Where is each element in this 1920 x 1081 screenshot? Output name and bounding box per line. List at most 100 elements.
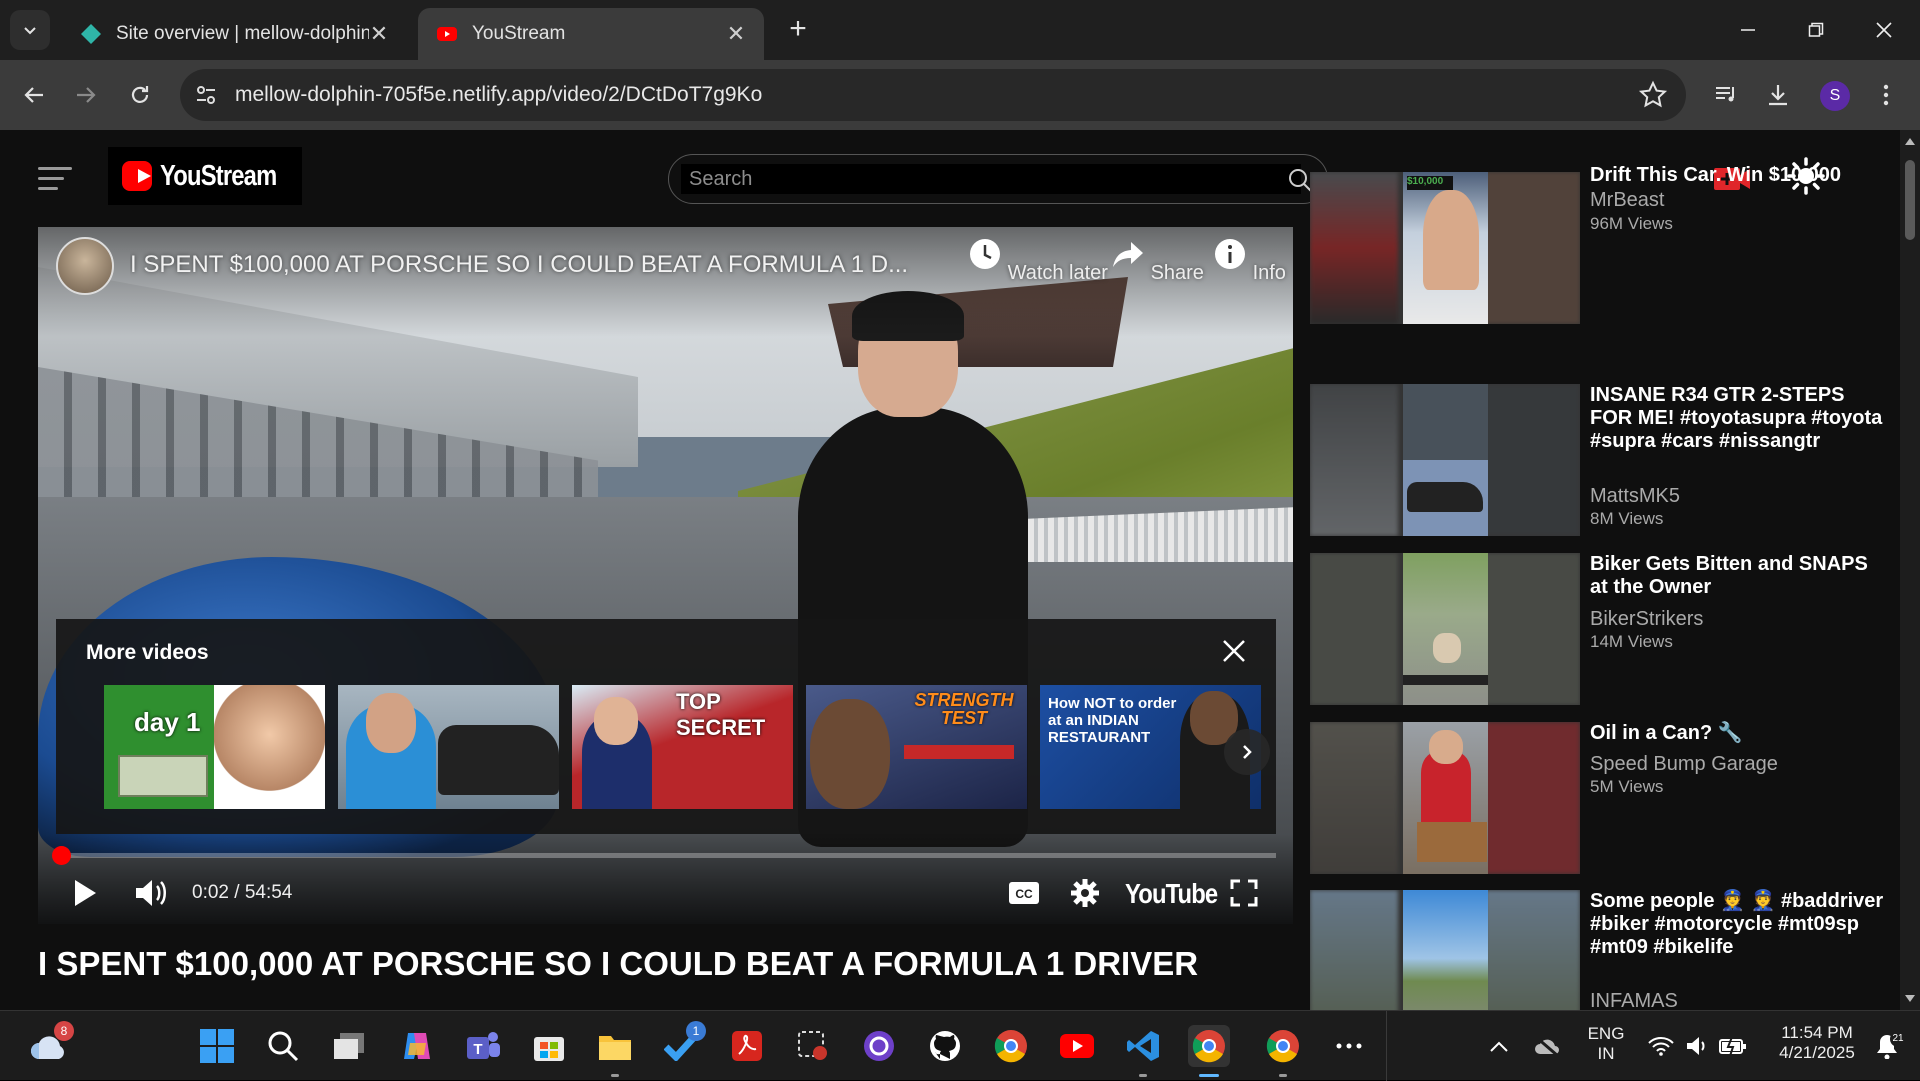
youstream-logo[interactable]: YouStream <box>108 147 302 205</box>
player-video-title[interactable]: I SPENT $100,000 AT PORSCHE SO I COULD B… <box>130 251 1000 279</box>
media-controls-button[interactable] <box>1708 77 1744 113</box>
chrome-profile-app-2[interactable] <box>1262 1025 1304 1077</box>
youtube-app[interactable] <box>1056 1025 1098 1067</box>
close-tab-icon[interactable]: ✕ <box>369 21 389 47</box>
tab-search-button[interactable] <box>10 10 50 50</box>
github-desktop-icon <box>864 1031 894 1061</box>
video-thumbnail[interactable] <box>1310 722 1580 874</box>
watch-later-button[interactable]: Watch later <box>968 237 1108 285</box>
forward-button[interactable] <box>66 75 106 115</box>
video-title[interactable]: Biker Gets Bitten and SNAPS at the Owner <box>1590 553 1890 599</box>
channel-name[interactable]: Speed Bump Garage <box>1590 753 1778 776</box>
close-icon[interactable] <box>1220 637 1248 665</box>
more-video-thumb[interactable] <box>338 685 559 809</box>
github-desktop-app[interactable] <box>858 1025 900 1067</box>
channel-name[interactable]: BikerStrikers <box>1590 608 1703 631</box>
chrome-app[interactable] <box>990 1025 1032 1067</box>
tab-youstream[interactable]: YouStream ✕ <box>418 8 764 60</box>
notification-center-button[interactable]: 21 <box>1866 1025 1908 1067</box>
close-window-button[interactable] <box>1850 0 1918 60</box>
video-title[interactable]: Drift This Car, Win $10,000 <box>1590 164 1890 181</box>
browser-menu-button[interactable] <box>1868 77 1904 113</box>
progress-bar[interactable] <box>51 846 1276 865</box>
info-button[interactable]: Info <box>1213 237 1286 285</box>
downloads-button[interactable] <box>1760 77 1796 113</box>
site-settings-icon[interactable] <box>194 83 218 107</box>
clock[interactable]: 11:54 PM 4/21/2025 <box>1762 1023 1872 1063</box>
copilot-app[interactable] <box>396 1025 438 1067</box>
new-tab-button[interactable]: + <box>780 12 816 48</box>
captions-button[interactable]: CC <box>1008 875 1040 911</box>
teams-app[interactable]: T <box>462 1025 504 1067</box>
share-button[interactable]: Share <box>1111 237 1204 285</box>
task-view-button[interactable] <box>328 1025 370 1067</box>
more-video-thumb[interactable]: TOP SECRET <box>572 685 793 809</box>
taskbar-overflow-button[interactable] <box>1328 1025 1370 1067</box>
channel-avatar[interactable] <box>56 237 114 295</box>
video-title[interactable]: Some people 👮 👮 #baddriver #biker #motor… <box>1590 890 1890 959</box>
start-button[interactable] <box>196 1025 238 1067</box>
tab-site-overview[interactable]: Site overview | mellow-dolphin ✕ <box>62 8 407 60</box>
channel-name[interactable]: MattsMK5 <box>1590 485 1680 508</box>
youtube-watermark[interactable]: YouTube <box>1125 878 1218 910</box>
scrollbar-thumb[interactable] <box>1905 160 1915 240</box>
github-app[interactable] <box>924 1025 966 1067</box>
menu-toggle-icon[interactable] <box>38 167 72 193</box>
play-icon <box>75 880 96 906</box>
recommended-video[interactable]: Some people 👮 👮 #baddriver #biker #motor… <box>1310 890 1890 1010</box>
more-horizontal-icon <box>1336 1043 1362 1049</box>
mute-button[interactable] <box>134 875 170 911</box>
weather-widget[interactable]: 8 <box>28 1021 74 1067</box>
play-button[interactable] <box>72 875 98 911</box>
bookmark-star-icon[interactable] <box>1638 80 1668 110</box>
recommended-video[interactable]: Biker Gets Bitten and SNAPS at the Owner… <box>1310 553 1890 705</box>
video-player[interactable]: I SPENT $100,000 AT PORSCHE SO I COULD B… <box>38 227 1293 924</box>
language-indicator[interactable]: ENG IN <box>1586 1024 1626 1064</box>
store-icon <box>534 1037 564 1061</box>
channel-name[interactable]: MrBeast <box>1590 189 1664 212</box>
video-title[interactable]: Oil in a Can? 🔧 <box>1590 722 1890 745</box>
acrobat-app[interactable] <box>726 1025 768 1067</box>
file-explorer-app[interactable] <box>594 1025 636 1077</box>
search-bar[interactable]: Search <box>668 154 1328 204</box>
video-thumbnail[interactable]: $10,000 <box>1310 172 1580 324</box>
search-icon <box>268 1031 299 1062</box>
video-thumbnail[interactable] <box>1310 384 1580 536</box>
volume-icon <box>136 880 166 906</box>
minimize-button[interactable] <box>1714 0 1782 60</box>
recommended-video[interactable]: INSANE R34 GTR 2-STEPS FOR ME! #toyotasu… <box>1310 384 1890 536</box>
onedrive-status[interactable] <box>1526 1025 1568 1067</box>
address-bar[interactable]: mellow-dolphin-705f5e.netlify.app/video/… <box>180 69 1686 121</box>
show-hidden-icons-button[interactable] <box>1478 1025 1520 1067</box>
video-thumbnail[interactable] <box>1310 553 1580 705</box>
recommended-video[interactable]: $10,000 Drift This Car, Win $10,000 MrBe… <box>1310 164 1890 324</box>
back-button[interactable] <box>14 75 54 115</box>
close-tab-icon[interactable]: ✕ <box>726 21 746 47</box>
svg-text:T: T <box>473 1041 482 1058</box>
progress-scrubber[interactable] <box>51 846 71 865</box>
chrome-profile-app[interactable] <box>1188 1025 1230 1077</box>
settings-button[interactable] <box>1070 875 1100 911</box>
taskbar-search-button[interactable] <box>262 1025 304 1067</box>
playlist-icon <box>1716 87 1734 102</box>
scroll-up-arrow-icon[interactable] <box>1905 138 1915 145</box>
todo-app[interactable]: 1 <box>660 1021 706 1067</box>
video-title[interactable]: INSANE R34 GTR 2-STEPS FOR ME! #toyotasu… <box>1590 384 1890 453</box>
more-video-thumb[interactable]: day 1 <box>104 685 325 809</box>
page-scrollbar[interactable] <box>1900 130 1920 1010</box>
more-videos-next-button[interactable] <box>1224 729 1270 775</box>
profile-avatar[interactable]: S <box>1820 81 1850 111</box>
reload-button[interactable] <box>120 75 160 115</box>
fullscreen-button[interactable] <box>1230 875 1258 911</box>
search-input[interactable] <box>681 164 1301 194</box>
battery-status[interactable] <box>1712 1025 1754 1067</box>
channel-name[interactable]: INFAMAS <box>1590 990 1678 1010</box>
more-video-thumb[interactable]: STRENGTH TEST <box>806 685 1027 809</box>
vscode-app[interactable] <box>1122 1025 1164 1077</box>
video-thumbnail[interactable] <box>1310 890 1580 1010</box>
restore-button[interactable] <box>1782 0 1850 60</box>
recommended-video[interactable]: Oil in a Can? 🔧 Speed Bump Garage 5M Vie… <box>1310 722 1890 874</box>
snipping-tool-app[interactable] <box>792 1025 834 1067</box>
microsoft-store-app[interactable] <box>528 1025 570 1067</box>
scroll-down-arrow-icon[interactable] <box>1905 995 1915 1002</box>
